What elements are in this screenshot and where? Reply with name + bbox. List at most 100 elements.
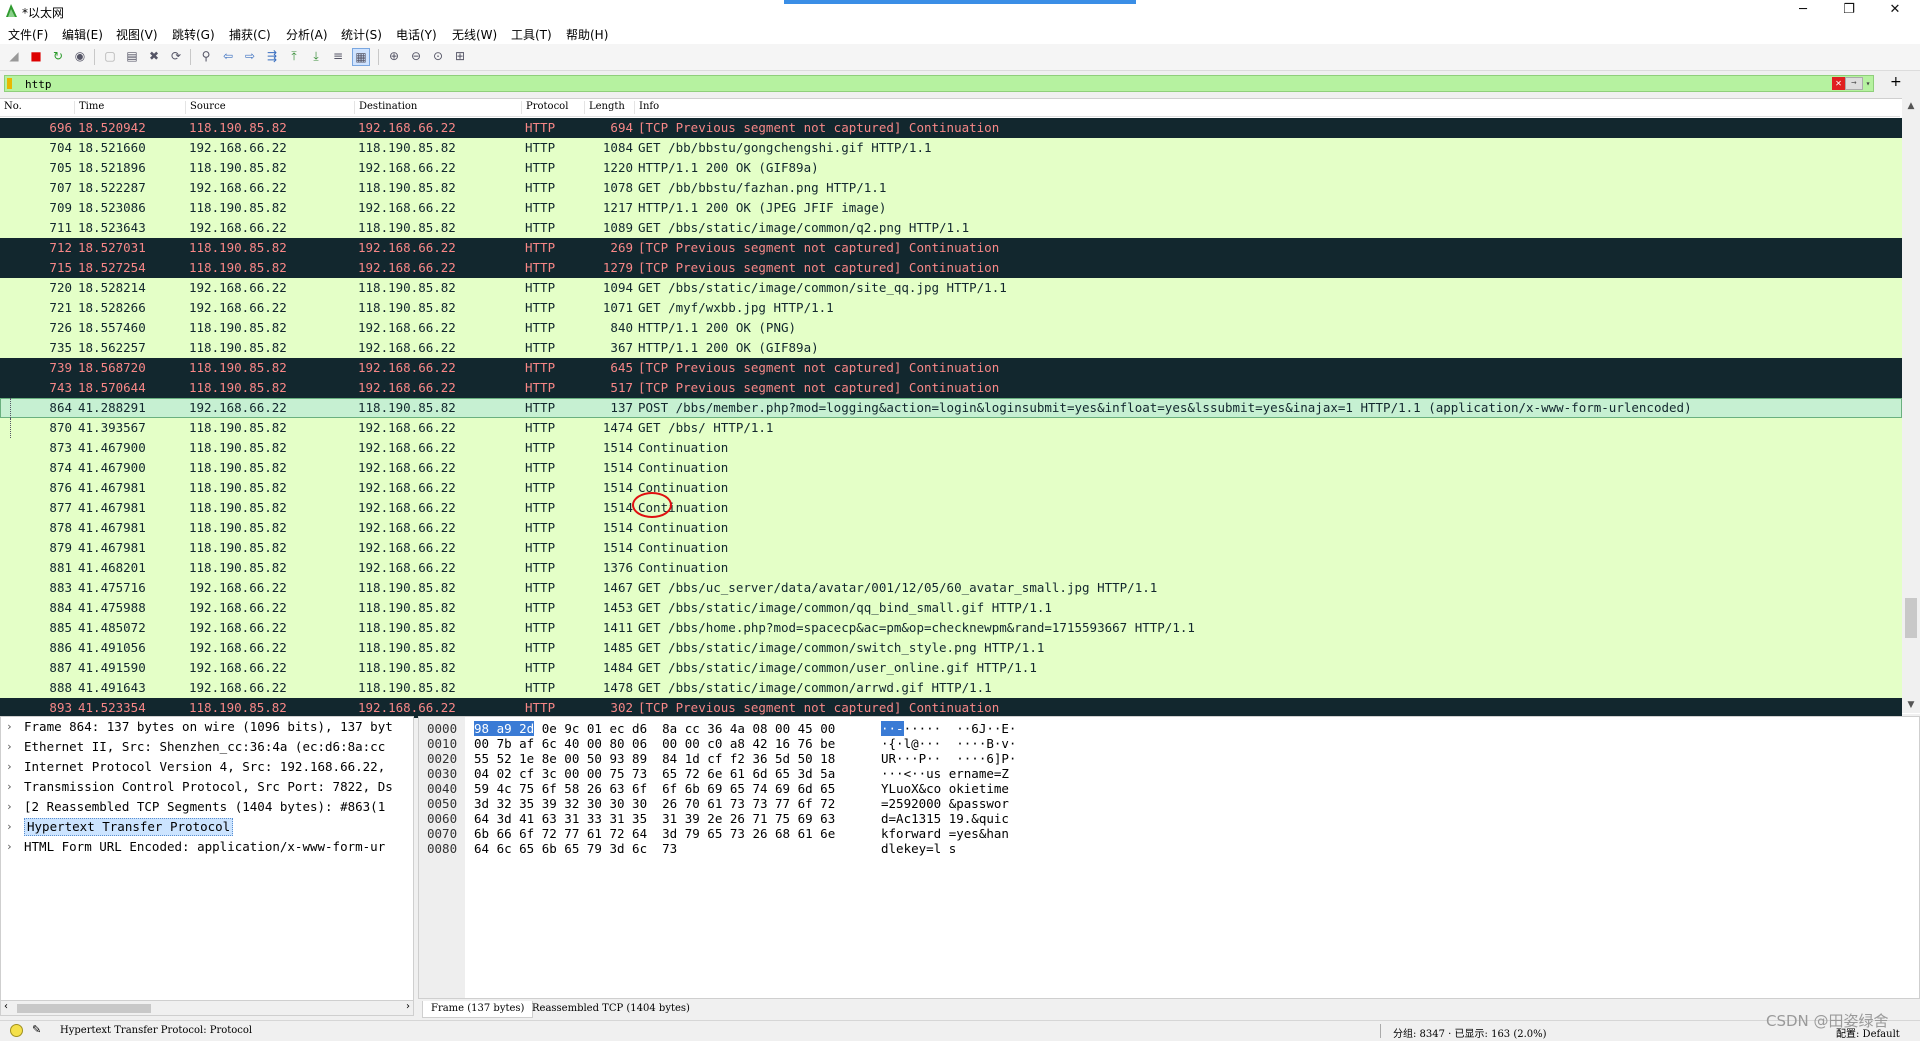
edit-comment-icon[interactable]: ✎ — [32, 1023, 41, 1036]
shark-fin-start-icon[interactable]: ◢ — [6, 48, 22, 64]
menu-capture[interactable]: 捕获(C) — [229, 26, 271, 43]
expand-chevron-icon[interactable]: › — [6, 817, 13, 837]
hex-bytes[interactable]: 64 6c 65 6b 65 79 3d 6c 73 — [474, 841, 677, 856]
packet-row[interactable]: 873 41.467900 118.190.85.82 192.168.66.22 HT… — [0, 438, 1902, 458]
hex-bytes[interactable]: 00 7b af 6c 40 00 80 06 00 00 c0 a8 42 1… — [474, 736, 835, 751]
close-button[interactable]: ✕ — [1872, 0, 1918, 22]
menu-statistics[interactable]: 统计(S) — [341, 26, 382, 43]
details-tree-item[interactable]: › Transmission Control Protocol, Src Port… — [1, 777, 413, 797]
packet-row[interactable]: 739 18.568720 118.190.85.82 192.168.66.22 HT… — [0, 358, 1902, 378]
packet-row[interactable]: 888 41.491643 192.168.66.22 118.190.85.82 HT… — [0, 678, 1902, 698]
hex-bytes[interactable]: 3d 32 35 39 32 30 30 30 26 70 61 73 73 7… — [474, 796, 835, 811]
display-filter-input[interactable]: http ✕ → ▾ — [4, 75, 1874, 92]
packet-row[interactable]: 887 41.491590 192.168.66.22 118.190.85.82 HT… — [0, 658, 1902, 678]
packet-row[interactable]: 876 41.467981 118.190.85.82 192.168.66.22 HT… — [0, 478, 1902, 498]
packet-row[interactable]: 881 41.468201 118.190.85.82 192.168.66.22 HT… — [0, 558, 1902, 578]
go-to-packet-icon[interactable]: ⇶ — [264, 48, 280, 64]
menu-tools[interactable]: 工具(T) — [511, 26, 552, 43]
hex-bytes[interactable]: 55 52 1e 8e 00 50 93 89 84 1d cf f2 36 5… — [474, 751, 835, 766]
menu-analyze[interactable]: 分析(A) — [286, 26, 328, 43]
ascii-bytes[interactable]: dlekey=l s — [881, 841, 956, 856]
colorize-icon[interactable]: ▦ — [352, 48, 370, 66]
packet-row[interactable]: 715 18.527254 118.190.85.82 192.168.66.22 HT… — [0, 258, 1902, 278]
expand-chevron-icon[interactable]: › — [6, 837, 13, 857]
byte-ascii-line[interactable]: dlekey=l s — [881, 840, 956, 858]
details-tree-item[interactable]: › Internet Protocol Version 4, Src: 192.1… — [1, 757, 413, 777]
hex-bytes[interactable]: 0e 9c 01 ec d6 8a cc 36 4a 08 00 45 00 — [534, 721, 836, 736]
packet-row[interactable]: 735 18.562257 118.190.85.82 192.168.66.22 HT… — [0, 338, 1902, 358]
hex-bytes[interactable]: 59 4c 75 6f 58 26 63 6f 6f 6b 69 65 74 6… — [474, 781, 835, 796]
filter-history-dropdown-icon[interactable]: ▾ — [1863, 77, 1873, 90]
ascii-bytes[interactable]: ·{·l@··· ····B·v· — [881, 736, 1016, 751]
packet-row[interactable]: 885 41.485072 192.168.66.22 118.190.85.82 HT… — [0, 618, 1902, 638]
minimize-button[interactable]: ─ — [1780, 0, 1826, 22]
zoom-in-icon[interactable]: ⊕ — [386, 48, 402, 64]
filter-text[interactable]: http — [25, 76, 52, 93]
clear-filter-icon[interactable]: ✕ — [1832, 77, 1845, 90]
go-back-icon[interactable]: ⇦ — [220, 48, 236, 64]
selected-hex-bytes[interactable]: 98 a9 2d — [474, 721, 535, 736]
packet-row[interactable]: 884 41.475988 192.168.66.22 118.190.85.82 HT… — [0, 598, 1902, 618]
details-horizontal-scrollbar[interactable]: ‹ › — [0, 1000, 414, 1016]
zoom-out-icon[interactable]: ⊖ — [408, 48, 424, 64]
last-packet-icon[interactable]: ⤓ — [308, 48, 324, 64]
details-tree-item[interactable]: › [2 Reassembled TCP Segments (1404 bytes… — [1, 797, 413, 817]
first-packet-icon[interactable]: ⤒ — [286, 48, 302, 64]
stop-capture-icon[interactable]: ■ — [28, 48, 44, 64]
scroll-right-icon[interactable]: › — [406, 1001, 410, 1012]
expert-info-icon[interactable] — [10, 1024, 23, 1037]
tab-frame-bytes[interactable]: Frame (137 bytes) — [422, 1001, 534, 1018]
packet-row[interactable]: 711 18.523643 192.168.66.22 118.190.85.82 HT… — [0, 218, 1902, 238]
ascii-bytes[interactable]: kforward =yes&han — [881, 826, 1009, 841]
expand-chevron-icon[interactable]: › — [6, 777, 13, 797]
packet-row[interactable]: 705 18.521896 118.190.85.82 192.168.66.22 HT… — [0, 158, 1902, 178]
column-header-protocol[interactable]: Protocol — [521, 101, 568, 114]
expand-chevron-icon[interactable]: › — [6, 717, 13, 737]
hex-bytes[interactable]: 04 02 cf 3c 00 00 75 73 65 72 6e 61 6d 6… — [474, 766, 835, 781]
column-header-length[interactable]: Length — [584, 101, 625, 114]
tab-reassembled-tcp[interactable]: Reassembled TCP (1404 bytes) — [524, 1001, 698, 1017]
ascii-bytes[interactable]: YLuoX&co okietime — [881, 781, 1009, 796]
packet-row[interactable]: 721 18.528266 192.168.66.22 118.190.85.82 HT… — [0, 298, 1902, 318]
scrollbar-thumb[interactable] — [17, 1004, 151, 1013]
menu-help[interactable]: 帮助(H) — [566, 26, 608, 43]
packet-row[interactable]: 709 18.523086 118.190.85.82 192.168.66.22 HT… — [0, 198, 1902, 218]
hex-bytes[interactable]: 64 3d 41 63 31 33 31 35 31 39 2e 26 71 7… — [474, 811, 835, 826]
packet-row[interactable]: 877 41.467981 118.190.85.82 192.168.66.22 HT… — [0, 498, 1902, 518]
expand-chevron-icon[interactable]: › — [6, 757, 13, 777]
packet-row[interactable]: 712 18.527031 118.190.85.82 192.168.66.22 HT… — [0, 238, 1902, 258]
open-file-icon[interactable]: ▢ — [102, 48, 118, 64]
go-forward-icon[interactable]: ⇨ — [242, 48, 258, 64]
hex-bytes[interactable]: 6b 66 6f 72 77 61 72 64 3d 79 65 73 26 6… — [474, 826, 835, 841]
expand-chevron-icon[interactable]: › — [6, 737, 13, 757]
restore-button[interactable]: ❐ — [1826, 0, 1872, 22]
packet-row[interactable]: 893 41.523354 118.190.85.82 192.168.66.22 HT… — [0, 698, 1902, 718]
column-header-destination[interactable]: Destination — [354, 101, 417, 114]
packet-row[interactable]: 720 18.528214 192.168.66.22 118.190.85.82 HT… — [0, 278, 1902, 298]
ascii-bytes[interactable]: =2592000 &passwor — [881, 796, 1009, 811]
apply-filter-icon[interactable]: → — [1845, 77, 1863, 90]
packet-row[interactable]: 864 41.288291 192.168.66.22 118.190.85.82 HT… — [0, 398, 1902, 418]
find-packet-icon[interactable]: ⚲ — [198, 48, 214, 64]
auto-scroll-icon[interactable]: ≡ — [330, 48, 346, 64]
packet-row[interactable]: 874 41.467900 118.190.85.82 192.168.66.22 HT… — [0, 458, 1902, 478]
details-tree-item[interactable]: › HTML Form URL Encoded: application/x-ww… — [1, 837, 413, 857]
column-header-time[interactable]: Time — [74, 101, 104, 114]
details-tree-item[interactable]: › Hypertext Transfer Protocol — [1, 817, 413, 837]
packet-row[interactable]: 707 18.522287 192.168.66.22 118.190.85.82 HT… — [0, 178, 1902, 198]
packet-list-scrollbar[interactable]: ▲ ▼ — [1902, 98, 1920, 713]
ascii-bytes[interactable]: d=Ac1315 19.&quic — [881, 811, 1009, 826]
menu-view[interactable]: 视图(V) — [116, 26, 158, 43]
ascii-bytes[interactable]: UR···P·· ····6]P· — [881, 751, 1016, 766]
column-header-source[interactable]: Source — [185, 101, 226, 114]
packet-row[interactable]: 886 41.491056 192.168.66.22 118.190.85.82 HT… — [0, 638, 1902, 658]
selected-ascii-bytes[interactable]: ··- — [881, 721, 904, 736]
details-tree-item[interactable]: › Frame 864: 137 bytes on wire (1096 bits… — [1, 717, 413, 737]
packet-row[interactable]: 879 41.467981 118.190.85.82 192.168.66.22 HT… — [0, 538, 1902, 558]
menu-wireless[interactable]: 无线(W) — [452, 26, 497, 43]
column-header-no[interactable]: No. — [0, 101, 22, 114]
packet-row[interactable]: 704 18.521660 192.168.66.22 118.190.85.82 HT… — [0, 138, 1902, 158]
menu-telephony[interactable]: 电话(Y) — [396, 26, 437, 43]
packet-row[interactable]: 743 18.570644 118.190.85.82 192.168.66.22 HT… — [0, 378, 1902, 398]
column-header-info[interactable]: Info — [634, 101, 659, 114]
